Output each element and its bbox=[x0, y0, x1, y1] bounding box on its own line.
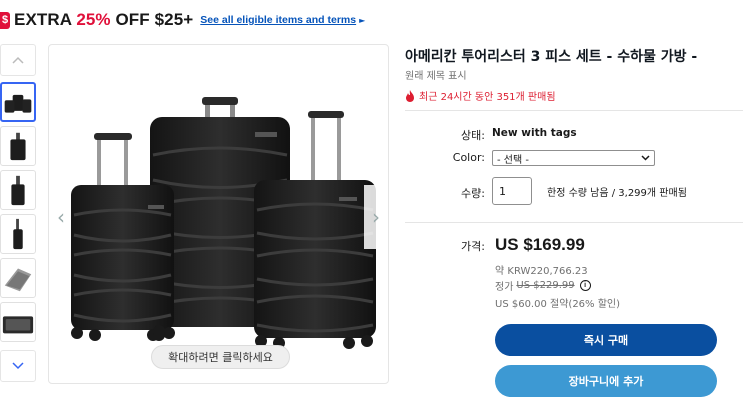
promo-percent: 25% bbox=[76, 10, 111, 29]
fire-icon bbox=[406, 89, 414, 102]
price-value: US $169.99 bbox=[495, 235, 585, 254]
chevron-down-icon bbox=[641, 155, 650, 161]
luggage-set-photo bbox=[71, 97, 376, 349]
main-product-image[interactable]: ‹ › 확대하려면 클릭하세요 bbox=[48, 44, 389, 384]
suitcase-open-thumbnail bbox=[2, 316, 34, 334]
eligible-items-link[interactable]: See all eligible items and terms bbox=[200, 14, 356, 26]
savings-text: US $60.00 절약(26% 할인) bbox=[495, 299, 621, 310]
info-icon[interactable]: i bbox=[579, 280, 591, 291]
approx-value: KRW220,766.23 bbox=[507, 266, 588, 277]
thumbnail-1[interactable] bbox=[0, 82, 36, 122]
coupon-tag-icon: $ bbox=[0, 11, 10, 29]
arrow-right-icon: ► bbox=[359, 15, 366, 25]
product-title: 아메리칸 투어리스터 3 피스 세트 - 수하물 가방 - bbox=[405, 49, 698, 65]
next-image-button[interactable]: › bbox=[364, 185, 388, 249]
approx-price: 약 KRW220,766.23 bbox=[495, 262, 588, 277]
promo-text-suffix: OFF $25+ bbox=[110, 10, 194, 29]
thumbnail-scroll-up-button[interactable] bbox=[0, 44, 36, 76]
thumbnail-4[interactable] bbox=[0, 214, 36, 254]
recent-sales-text: 최근 24시간 동안 351개 판매됨 bbox=[419, 92, 556, 103]
thumbnail-5[interactable] bbox=[0, 258, 36, 298]
section-divider bbox=[405, 222, 743, 223]
suitcase-angle-thumbnail bbox=[11, 175, 25, 206]
condition-value: New with tags bbox=[492, 127, 577, 139]
buy-now-button[interactable]: 즉시 구매 bbox=[495, 324, 717, 356]
thumbnail-6[interactable] bbox=[0, 302, 36, 342]
recent-sales-notice: 최근 24시간 동안 351개 판매됨 bbox=[405, 88, 556, 103]
thumbnail-2[interactable] bbox=[0, 126, 36, 166]
suitcase-side-thumbnail bbox=[13, 218, 23, 250]
add-to-cart-button[interactable]: 장바구니에 추가 bbox=[495, 365, 717, 397]
chevron-down-icon bbox=[12, 362, 24, 370]
color-selected-value: - 선택 - bbox=[497, 154, 529, 166]
zoom-hint-button[interactable]: 확대하려면 클릭하세요 bbox=[151, 345, 290, 369]
chevron-left-icon: ‹ bbox=[57, 205, 65, 229]
color-select[interactable]: - 선택 - bbox=[492, 150, 655, 166]
suitcase-front-thumbnail bbox=[10, 132, 26, 161]
approx-prefix: 약 bbox=[495, 266, 508, 277]
thumbnail-strip bbox=[0, 44, 36, 384]
chevron-right-icon: › bbox=[372, 205, 380, 229]
thumbnail-3[interactable] bbox=[0, 170, 36, 210]
promo-banner: $ EXTRA 25% OFF $25+ See all eligible it… bbox=[0, 9, 365, 31]
list-price: 정가 US $229.99 i bbox=[495, 278, 591, 293]
show-original-title-link[interactable]: 원래 제목 표시 bbox=[405, 67, 467, 82]
color-label: Color: bbox=[452, 151, 485, 164]
quantity-label: 수량: bbox=[461, 187, 485, 200]
list-price-prefix: 정가 bbox=[495, 282, 514, 293]
chevron-up-icon bbox=[12, 56, 24, 64]
previous-image-button[interactable]: ‹ bbox=[49, 185, 73, 249]
quantity-input[interactable] bbox=[492, 177, 532, 205]
suitcase-interior-thumbnail bbox=[4, 268, 32, 292]
thumbnail-scroll-down-button[interactable] bbox=[0, 350, 36, 382]
quantity-availability: 한정 수량 남음 / 3,299개 판매됨 bbox=[547, 188, 687, 199]
list-price-value: US $229.99 bbox=[516, 280, 575, 291]
luggage-set-thumbnail bbox=[4, 94, 32, 113]
price-label: 가격: bbox=[461, 240, 485, 253]
promo-headline: EXTRA 25% OFF $25+ bbox=[14, 10, 193, 30]
section-divider bbox=[405, 110, 743, 111]
promo-text-prefix: EXTRA bbox=[14, 10, 77, 29]
condition-label: 상태: bbox=[461, 129, 485, 142]
